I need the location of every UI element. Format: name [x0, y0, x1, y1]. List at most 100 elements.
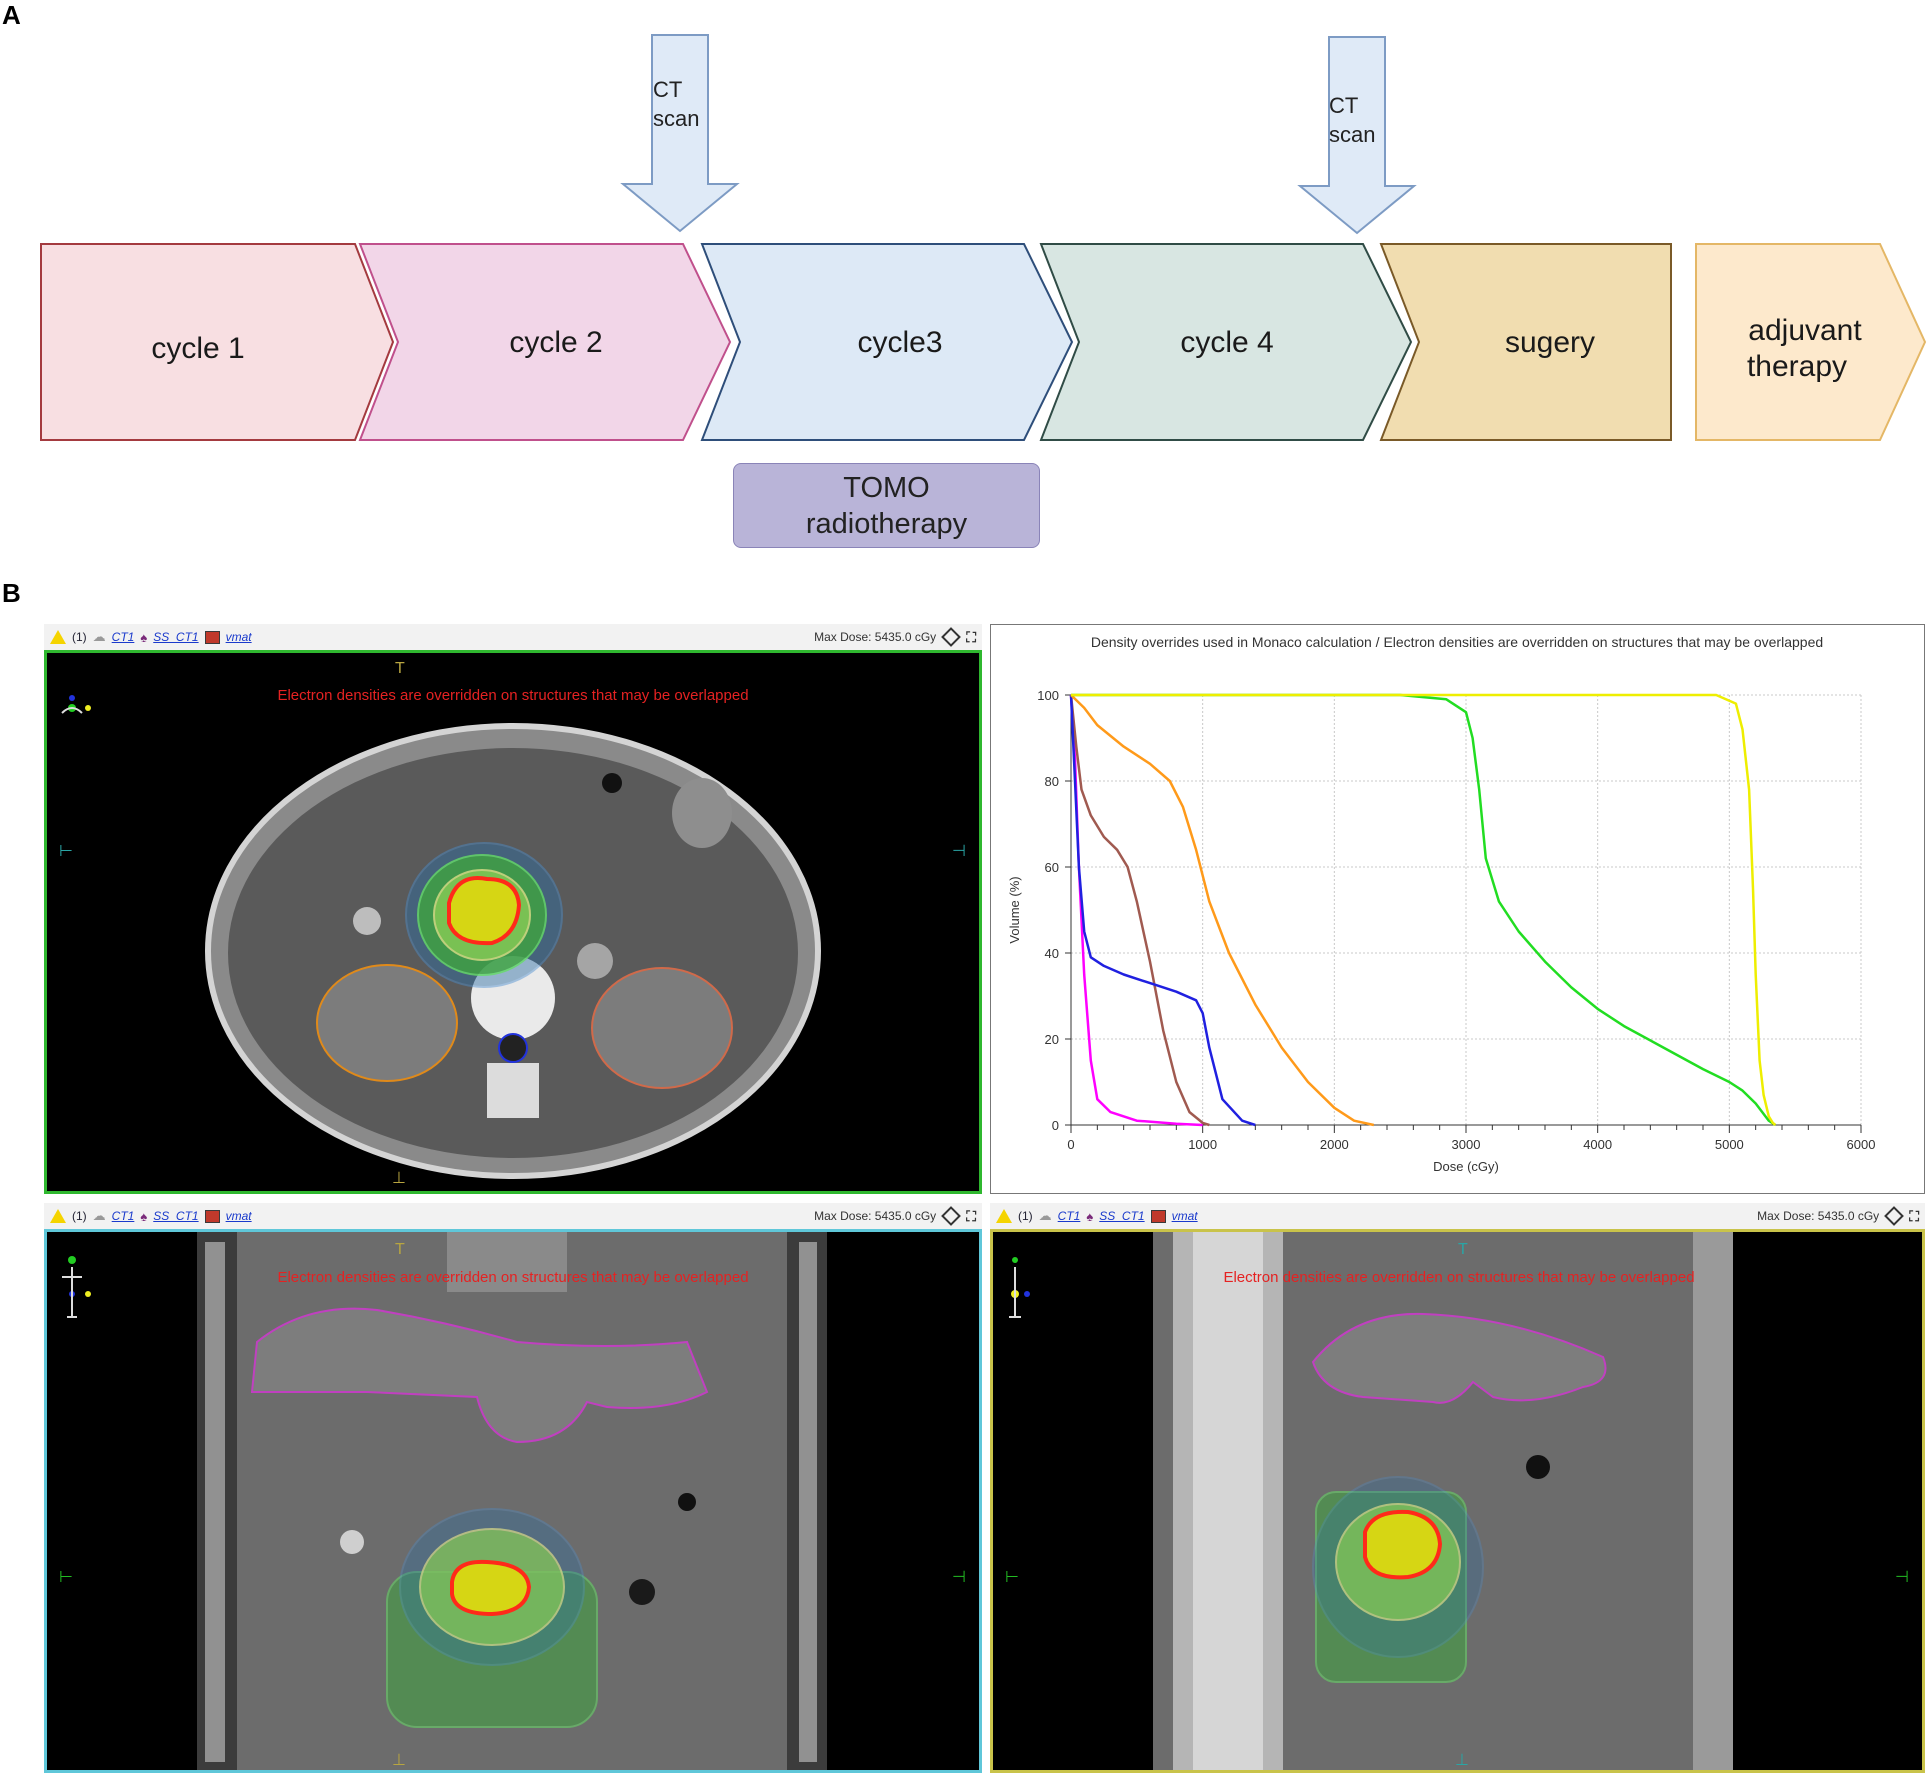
- sagittal-view: (1) ☁ CT1 ♠ SS_CT1 vmat Max Dose: 5435.0…: [990, 1203, 1925, 1773]
- max-dose-label: Max Dose: 5435.0 cGy: [1757, 1209, 1880, 1223]
- expand-icon[interactable]: ⛶: [966, 629, 976, 646]
- warning-count: (1): [72, 630, 87, 644]
- warning-count: (1): [1018, 1209, 1033, 1223]
- step-cycle-1-label: cycle 1: [151, 332, 244, 365]
- diamond-icon[interactable]: [941, 627, 962, 647]
- target-volume: [447, 876, 522, 946]
- dvh-curve-0: [1069, 694, 1203, 1127]
- warning-icon[interactable]: [50, 630, 66, 644]
- dvh-title: Density overrides used in Monaco calcula…: [1091, 634, 1823, 650]
- dvh-curve-2: [1069, 694, 1256, 1127]
- spinal-cord: [498, 1033, 528, 1063]
- step-cycle-2-label: cycle 2: [509, 326, 602, 359]
- svg-text:⊣: ⊣: [952, 843, 966, 860]
- sagittal-toolbar: (1) ☁ CT1 ♠ SS_CT1 vmat Max Dose: 5435.0…: [990, 1203, 1925, 1229]
- axial-view: (1) ☁ CT1 ♠ SS_CT1 vmat Max Dose: 5435.0…: [44, 624, 982, 1194]
- ct-link[interactable]: CT1: [112, 630, 135, 644]
- axial-bottom-marker: ⊥: [392, 1170, 406, 1187]
- x-tick-label: 4000: [1583, 1137, 1612, 1152]
- plan-link[interactable]: vmat: [1172, 1209, 1198, 1223]
- tomo-line1: TOMO: [843, 471, 930, 504]
- axial-warning: Electron densities are overridden on str…: [277, 687, 748, 704]
- diamond-icon[interactable]: [1884, 1206, 1905, 1226]
- step-cycle-2: cycle 2: [358, 243, 732, 441]
- svg-text:⊣: ⊣: [1895, 1569, 1909, 1586]
- dvh-curve-4: [1071, 693, 1777, 1127]
- step-cycle-4: cycle 4: [1039, 243, 1413, 441]
- step-cycle-3-label: cycle3: [857, 326, 942, 359]
- warning-count: (1): [72, 1209, 87, 1223]
- ct-link[interactable]: CT1: [112, 1209, 135, 1223]
- x-tick-label: 6000: [1847, 1137, 1876, 1152]
- y-axis-label: Volume (%): [1007, 876, 1022, 943]
- tomo-line2: radiotherapy: [805, 507, 968, 540]
- tomo-radiotherapy-box: TOMO radiotherapy: [733, 463, 1040, 548]
- x-tick-label: 2000: [1320, 1137, 1349, 1152]
- target-volume: [1363, 1509, 1443, 1580]
- warning-icon[interactable]: [996, 1209, 1012, 1223]
- ct-scan-2-line2: scan: [1329, 122, 1375, 147]
- ss-link[interactable]: SS_CT1: [1099, 1209, 1144, 1223]
- x-tick-label: 3000: [1452, 1137, 1481, 1152]
- svg-text:⊢: ⊢: [59, 843, 73, 860]
- diamond-icon[interactable]: [941, 1206, 962, 1226]
- y-tick-label: 100: [1037, 688, 1059, 703]
- ct-cloud-icon: ☁: [92, 629, 106, 644]
- lung-icon: ♠: [1086, 1208, 1094, 1224]
- target-volume: [450, 1559, 532, 1617]
- ct-scan-1-line1: CT: [653, 77, 682, 102]
- right-kidney: [316, 964, 458, 1082]
- coronal-view: (1) ☁ CT1 ♠ SS_CT1 vmat Max Dose: 5435.0…: [44, 1203, 982, 1773]
- left-kidney: [591, 967, 733, 1089]
- svg-text:⊣: ⊣: [952, 1569, 966, 1586]
- sagittal-top-marker: T: [1458, 1241, 1468, 1258]
- ct-scan-2-line1: CT: [1329, 93, 1358, 118]
- axial-image[interactable]: T ⊥ ⊢ ⊣ Electron densities are overridde…: [44, 650, 982, 1194]
- svg-text:⊢: ⊢: [59, 1569, 73, 1586]
- dvh-svg: Density overrides used in Monaco calcula…: [1007, 634, 1876, 1174]
- expand-icon[interactable]: ⛶: [966, 1208, 976, 1225]
- x-tick-label: 5000: [1715, 1137, 1744, 1152]
- max-dose-label: Max Dose: 5435.0 cGy: [814, 1209, 937, 1223]
- axial-top-marker: T: [395, 660, 405, 677]
- plan-link[interactable]: vmat: [226, 1209, 252, 1223]
- sagittal-image[interactable]: T ⊥ ⊢ ⊣ Electron densities are overridde…: [990, 1229, 1925, 1773]
- step-surgery: sugery: [1379, 243, 1672, 441]
- step-cycle-4-label: cycle 4: [1180, 326, 1273, 359]
- ss-link[interactable]: SS_CT1: [153, 1209, 198, 1223]
- coronal-image[interactable]: T ⊥ ⊢ ⊣ Electron densities are overridde…: [44, 1229, 982, 1773]
- ct-link[interactable]: CT1: [1058, 1209, 1081, 1223]
- y-tick-label: 80: [1045, 774, 1059, 789]
- y-tick-label: 60: [1045, 860, 1059, 875]
- plan-link[interactable]: vmat: [226, 630, 252, 644]
- lung-icon: ♠: [140, 1208, 148, 1224]
- expand-icon[interactable]: ⛶: [1909, 1208, 1919, 1225]
- x-tick-label: 1000: [1188, 1137, 1217, 1152]
- x-tick-label: 0: [1067, 1137, 1074, 1152]
- axial-toolbar: (1) ☁ CT1 ♠ SS_CT1 vmat Max Dose: 5435.0…: [44, 624, 982, 650]
- y-tick-label: 40: [1045, 946, 1059, 961]
- plan-icon: [204, 1209, 220, 1223]
- step-surgery-label: sugery: [1505, 326, 1595, 359]
- step-cycle-3: cycle3: [700, 243, 1074, 441]
- step-adjuvant-line1: adjuvant: [1748, 314, 1862, 347]
- step-cycle-1: cycle 1: [40, 243, 395, 441]
- ct-scan-arrow-1: CT scan: [620, 34, 740, 233]
- ss-link[interactable]: SS_CT1: [153, 630, 198, 644]
- ct-cloud-icon: ☁: [92, 1208, 106, 1223]
- dvh-curve-5: [1071, 693, 1777, 1126]
- sagittal-bottom-marker: ⊥: [1455, 1752, 1469, 1769]
- coronal-top-marker: T: [395, 1241, 405, 1258]
- x-axis-label: Dose (cGy): [1433, 1159, 1499, 1174]
- svg-text:⊢: ⊢: [1005, 1569, 1019, 1586]
- lung-icon: ♠: [140, 629, 148, 645]
- warning-icon[interactable]: [50, 1209, 66, 1223]
- panel-b-label: B: [2, 578, 21, 608]
- sagittal-warning: Electron densities are overridden on str…: [1223, 1269, 1694, 1286]
- dvh-curve-3: [1070, 694, 1375, 1127]
- coronal-warning: Electron densities are overridden on str…: [277, 1269, 748, 1286]
- y-tick-label: 20: [1045, 1032, 1059, 1047]
- ct-scan-1-line2: scan: [653, 106, 699, 131]
- plan-icon: [1150, 1209, 1166, 1223]
- ct-cloud-icon: ☁: [1038, 1208, 1052, 1223]
